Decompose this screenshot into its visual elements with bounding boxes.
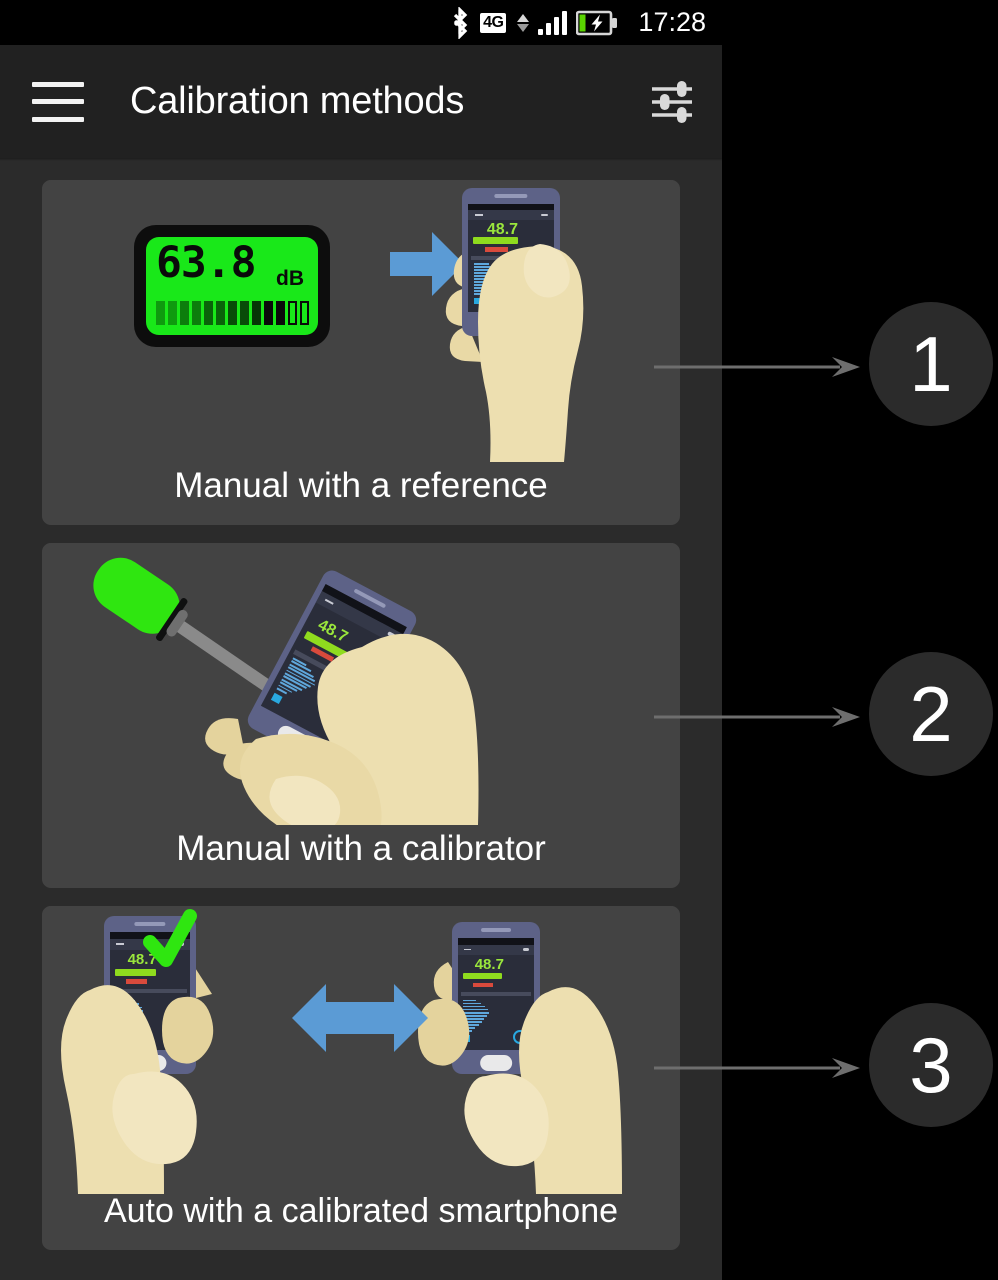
status-bar-icons: 4G 17:28 <box>449 6 706 39</box>
connector-arrow-3 <box>654 1058 860 1078</box>
step-badge-2[interactable]: 2 <box>869 652 993 776</box>
hand-illustration <box>478 244 584 462</box>
card-manual-with-calibrator[interactable]: 48.7 Manual with a calibrator <box>42 543 680 888</box>
step-badge-rail: 1 2 3 <box>654 45 998 1280</box>
app-bar: Calibration methods <box>0 45 722 161</box>
checkmark-icon <box>143 909 197 967</box>
bluetooth-icon <box>453 6 468 39</box>
connector-arrow-1 <box>654 357 860 377</box>
signal-bars-icon <box>538 10 568 35</box>
battery-charging-icon <box>576 10 618 35</box>
status-bar-clock: 17:28 <box>638 7 706 37</box>
page-title: Calibration methods <box>130 80 465 122</box>
sliders-settings-icon[interactable] <box>644 74 700 130</box>
connector-arrow-2 <box>654 707 860 727</box>
card-label: Auto with a calibrated smartphone <box>103 1192 619 1230</box>
illustration-auto-with-calibrated-smartphone: 48.7 48.7 <box>42 906 680 1194</box>
hamburger-menu-icon[interactable] <box>32 81 84 122</box>
step-badge-1[interactable]: 1 <box>869 302 993 426</box>
card-label: Manual with a reference <box>174 466 548 505</box>
status-bar: 4G 17:28 <box>0 0 998 45</box>
step-badge-3[interactable]: 3 <box>869 1003 993 1127</box>
data-updown-icon <box>517 13 530 32</box>
illustration-manual-with-calibrator: 48.7 <box>42 543 680 825</box>
card-auto-with-calibrated-smartphone[interactable]: 48.7 48.7 Auto with a calibrated smartph… <box>42 906 680 1250</box>
illustration-manual-with-reference: 63.8 dB 48.7 <box>42 180 680 462</box>
app-window: Calibration methods 63.8 dB 48.7 Manual … <box>0 45 722 1280</box>
calibration-method-list: 63.8 dB 48.7 Manual with a reference 48.… <box>0 158 722 1250</box>
card-manual-with-reference[interactable]: 63.8 dB 48.7 Manual with a reference <box>42 180 680 525</box>
card-label: Manual with a calibrator <box>176 829 546 868</box>
hand-holding-phone-illustration <box>240 633 479 825</box>
network-4g-icon: 4G <box>480 12 507 33</box>
